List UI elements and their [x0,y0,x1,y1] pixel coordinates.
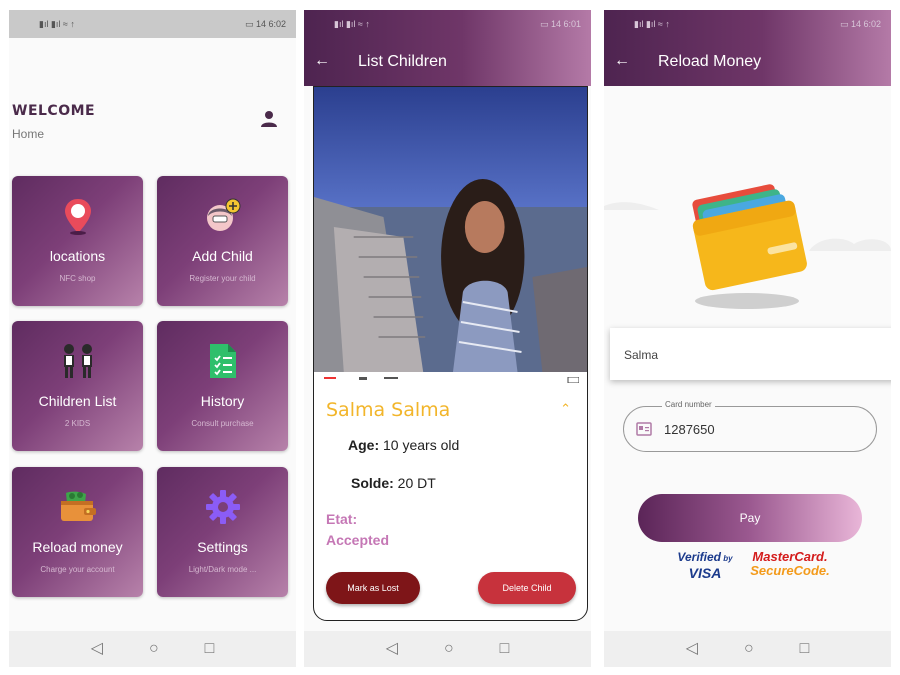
children-icon [63,344,92,378]
user-icon[interactable] [261,110,277,128]
back-arrow-icon[interactable]: ← [314,52,330,70]
status-bar: ▮ıl ▮ıl ≈ ↑ ▭ 14 6:02 [604,10,891,38]
age-value: 10 years old [383,437,460,453]
age-label: Age: [348,437,380,453]
signal-icons: ▮ıl ▮ıl ≈ ↑ [634,18,670,29]
status-bar: ▮ıl ▮ıl ≈ ↑ ▭ 14 6:02 [9,10,296,38]
credit-card-icon [636,422,652,436]
chevron-up-icon[interactable]: ⌃ [560,401,571,417]
recipient-card[interactable]: Salma [610,328,891,380]
tile-title: Children List [38,393,117,409]
mark-lost-button[interactable]: Mark as Lost [326,572,420,604]
nav-back-icon[interactable]: ◁ [91,641,103,657]
recipient-name: Salma [624,348,659,362]
home-screen: ▮ıl ▮ıl ≈ ↑ ▭ 14 6:02 WELCOME Home locat… [9,10,296,667]
etat-label: Etat: [326,511,358,527]
add-child-icon [206,198,240,231]
system-nav-bar: ◁ ○ □ [604,631,891,667]
tile-title: History [200,393,245,409]
securecode-text: SecureCode. [750,563,830,578]
settings-tile[interactable]: Settings Light/Dark mode ... [157,467,288,597]
verified-text: Verified [677,550,721,564]
locations-tile[interactable]: locations NFC shop [12,176,143,306]
tile-title: Settings [197,539,248,555]
gear-icon [205,490,240,524]
tile-title: Reload money [32,539,123,555]
child-card: Salma Salma ⌃ Age: 10 years old Solde: 2… [313,86,588,621]
tile-subtitle: Charge your account [40,565,115,574]
nav-home-icon[interactable]: ○ [149,641,159,657]
list-children-screen: ▮ıl ▮ıl ≈ ↑ ▭ 14 6:01 ← List Children Sa… [304,10,591,667]
tile-subtitle: Register your child [189,274,256,283]
photo-strip [324,377,579,383]
delete-child-button[interactable]: Delete Child [478,572,576,604]
tile-subtitle: NFC shop [59,274,96,283]
page-title: List Children [358,53,447,70]
mastercard-securecode-logo: MasterCard. SecureCode. [750,550,830,578]
nav-back-icon[interactable]: ◁ [386,641,398,657]
welcome-heading: WELCOME [12,103,96,119]
nav-home-icon[interactable]: ○ [444,641,454,657]
app-bar: ▮ıl ▮ıl ≈ ↑ ▭ 14 6:01 ← List Children [304,10,591,86]
child-name: Salma Salma [326,399,451,421]
mastercard-text: MasterCard. [752,549,828,564]
verified-by-visa-logo: Verified by VISA [672,550,738,580]
solde-label: Solde: [351,475,394,491]
solde-value: 20 DT [397,475,436,491]
reload-money-screen: ▮ıl ▮ıl ≈ ↑ ▭ 14 6:02 ← Reload Money Sal… [604,10,891,667]
children-list-tile[interactable]: Children List 2 KIDS [12,321,143,451]
app-bar: ▮ıl ▮ıl ≈ ↑ ▭ 14 6:02 ← Reload Money [604,10,891,86]
system-nav-bar: ◁ ○ □ [304,631,591,667]
card-number-field[interactable]: Card number [623,400,877,452]
tile-subtitle: Consult purchase [191,419,254,428]
status-time: ▭ 14 6:02 [839,18,881,29]
signal-icons: ▮ıl ▮ıl ≈ ↑ [334,18,370,29]
back-arrow-icon[interactable]: ← [614,52,630,70]
nav-recents-icon[interactable]: □ [205,641,215,657]
age-row: Age: 10 years old [348,437,459,453]
tile-title: Add Child [192,248,253,264]
status-bar: ▮ıl ▮ıl ≈ ↑ ▭ 14 6:01 [304,10,591,38]
nav-home-icon[interactable]: ○ [744,641,754,657]
nav-back-icon[interactable]: ◁ [686,641,698,657]
child-photo [314,87,587,372]
checklist-icon [209,344,236,378]
signal-icons: ▮ıl ▮ıl ≈ ↑ [39,18,75,29]
pay-button[interactable]: Pay [638,494,862,542]
nav-recents-icon[interactable]: □ [800,641,810,657]
reload-money-tile[interactable]: Reload money Charge your account [12,467,143,597]
tile-subtitle: Light/Dark mode ... [188,565,257,574]
system-nav-bar: ◁ ○ □ [9,631,296,667]
solde-row: Solde: 20 DT [351,475,436,491]
tile-title: locations [49,248,106,264]
by-text: by [723,554,733,563]
location-pin-icon [64,199,91,235]
status-time: ▭ 14 6:02 [244,18,286,29]
nav-recents-icon[interactable]: □ [500,641,510,657]
wallet-illustration [604,184,891,309]
card-number-input[interactable] [664,419,854,439]
etat-value: Accepted [326,532,390,548]
status-block: Etat: Accepted [326,509,389,551]
page-subtitle: Home [12,127,45,141]
page-title: Reload Money [658,53,762,70]
visa-text: VISA [688,565,722,581]
card-number-label: Card number [662,400,715,409]
add-child-tile[interactable]: Add Child Register your child [157,176,288,306]
wallet-icon [60,491,96,521]
status-time: ▭ 14 6:01 [539,18,581,29]
tile-subtitle: 2 KIDS [64,419,91,428]
history-tile[interactable]: History Consult purchase [157,321,288,451]
